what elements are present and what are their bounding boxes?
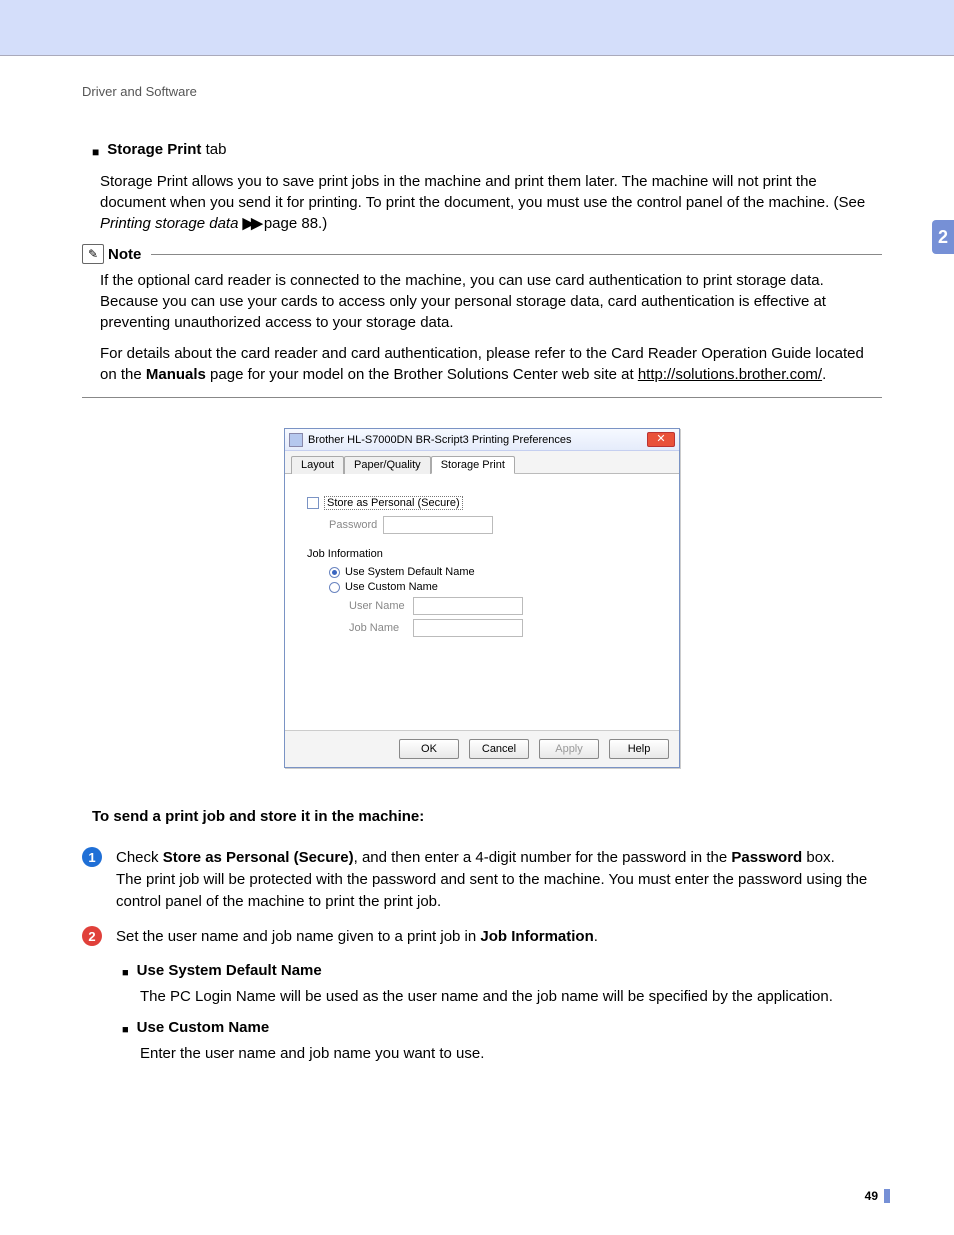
- note-pencil-icon: ✎: [82, 244, 104, 264]
- radio-custom-name[interactable]: [329, 582, 340, 593]
- double-arrow-icon: ▶▶: [243, 215, 260, 232]
- user-name-input[interactable]: [413, 597, 523, 615]
- printer-icon: [289, 433, 303, 447]
- apply-button[interactable]: Apply: [539, 739, 599, 759]
- subitem-1-head: Use System Default Name: [137, 962, 322, 979]
- note-rule: [151, 254, 882, 255]
- note-body-1: If the optional card reader is connected…: [100, 270, 882, 333]
- job-info-group: Job Information: [307, 548, 661, 560]
- close-icon[interactable]: ✕: [647, 432, 675, 447]
- printing-preferences-dialog: Brother HL-S7000DN BR-Script3 Printing P…: [284, 428, 680, 768]
- job-name-input[interactable]: [413, 619, 523, 637]
- note-label: Note: [108, 246, 141, 263]
- ok-button[interactable]: OK: [399, 739, 459, 759]
- step-badge-1: 1: [82, 847, 102, 867]
- password-label: Password: [329, 519, 383, 531]
- dialog-title: Brother HL-S7000DN BR-Script3 Printing P…: [308, 434, 647, 446]
- store-secure-checkbox[interactable]: [307, 497, 319, 509]
- user-name-label: User Name: [349, 600, 413, 612]
- section-heading: Storage Print tab: [107, 141, 226, 158]
- radio-system-default-label: Use System Default Name: [345, 566, 475, 578]
- subitem-1-para: The PC Login Name will be used as the us…: [140, 988, 882, 1005]
- dialog-titlebar: Brother HL-S7000DN BR-Script3 Printing P…: [285, 429, 679, 451]
- square-bullet-icon: ■: [122, 962, 129, 984]
- page-number-bar-icon: [884, 1189, 890, 1203]
- step-1-text: Check Store as Personal (Secure), and th…: [116, 847, 882, 912]
- note-end-rule: [82, 397, 882, 398]
- dialog-tabstrip: Layout Paper/Quality Storage Print: [285, 451, 679, 474]
- solutions-link[interactable]: http://solutions.brother.com/: [638, 366, 822, 383]
- step-badge-2: 2: [82, 926, 102, 946]
- top-banner: [0, 0, 954, 56]
- subitem-2-para: Enter the user name and job name you wan…: [140, 1045, 882, 1062]
- step-2-text: Set the user name and job name given to …: [116, 926, 598, 948]
- square-bullet-icon: ■: [122, 1019, 129, 1041]
- tab-paper-quality[interactable]: Paper/Quality: [344, 456, 431, 474]
- breadcrumb: Driver and Software: [82, 84, 882, 99]
- password-input[interactable]: [383, 516, 493, 534]
- section-paragraph: Storage Print allows you to save print j…: [100, 171, 882, 234]
- cancel-button[interactable]: Cancel: [469, 739, 529, 759]
- radio-custom-name-label: Use Custom Name: [345, 581, 438, 593]
- page-number: 49: [865, 1189, 878, 1203]
- square-bullet-icon: ■: [92, 141, 99, 163]
- help-button[interactable]: Help: [609, 739, 669, 759]
- radio-system-default[interactable]: [329, 567, 340, 578]
- store-secure-label: Store as Personal (Secure): [324, 496, 463, 510]
- howto-heading: To send a print job and store it in the …: [92, 808, 882, 825]
- note-body-2: For details about the card reader and ca…: [100, 343, 882, 385]
- job-name-label: Job Name: [349, 622, 413, 634]
- tab-layout[interactable]: Layout: [291, 456, 344, 474]
- tab-storage-print[interactable]: Storage Print: [431, 456, 515, 474]
- chapter-tab: 2: [932, 220, 954, 254]
- subitem-2-head: Use Custom Name: [137, 1019, 270, 1036]
